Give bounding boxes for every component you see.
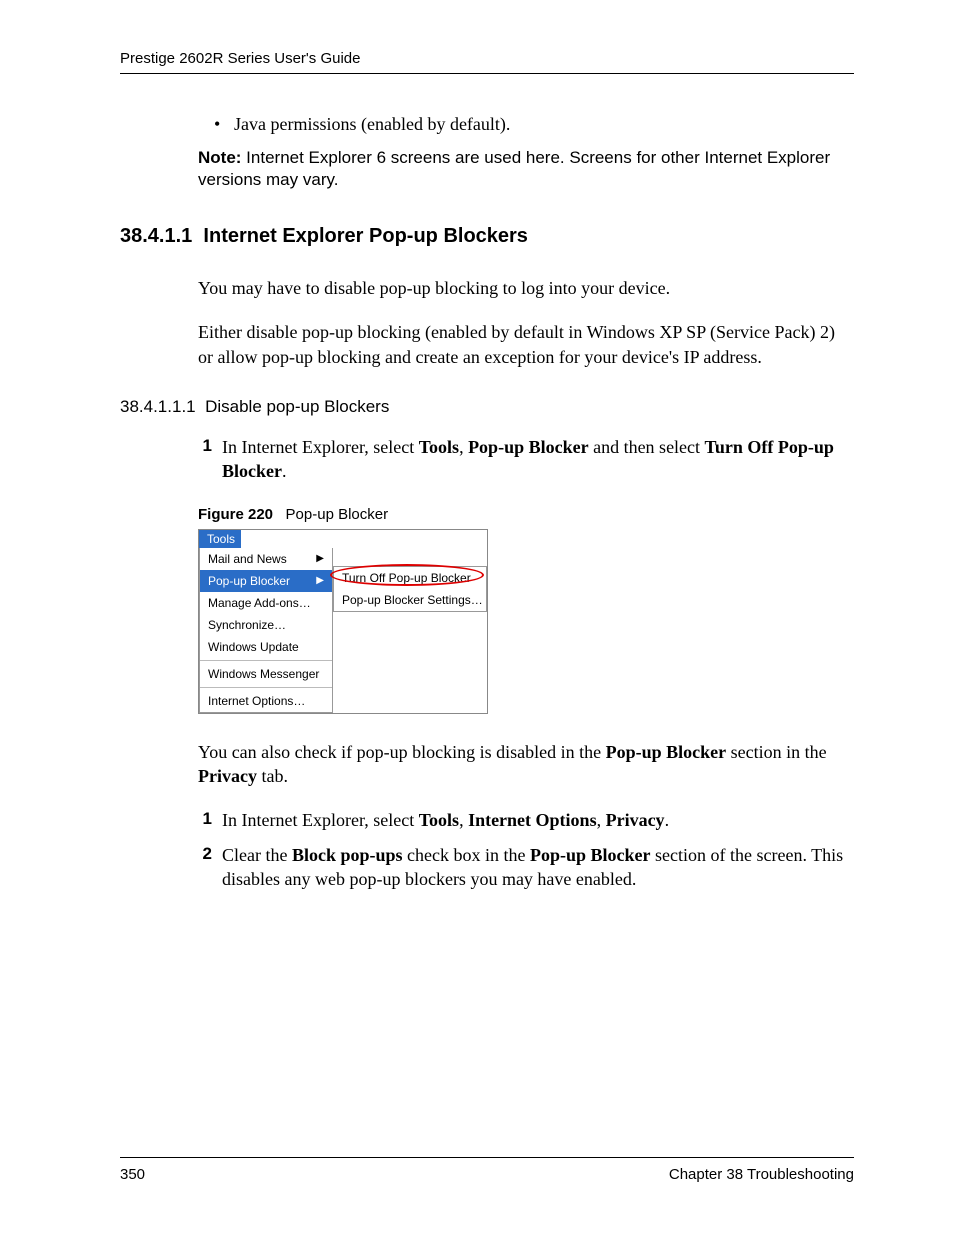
step-bold: Internet Options [468, 810, 597, 830]
step-bold: Tools [419, 810, 459, 830]
step-text: , [597, 810, 606, 830]
menu-item-label: Manage Add-ons… [208, 596, 311, 610]
subsection-title: Disable pop-up Blockers [205, 397, 389, 416]
note-label: Note: [198, 148, 241, 167]
subsection-number: 38.4.1.1.1 [120, 397, 196, 416]
note-block: Note: Internet Explorer 6 screens are us… [198, 147, 854, 191]
menu-item-label: Internet Options… [208, 694, 305, 708]
step-text: , [459, 437, 468, 457]
step-text: . [665, 810, 670, 830]
step-bold: Pop-up Blocker [530, 845, 651, 865]
section-number: 38.4.1.1 [120, 225, 192, 247]
menu-item-windows-messenger[interactable]: Windows Messenger [200, 663, 332, 685]
menu-item-windows-update[interactable]: Windows Update [200, 636, 332, 658]
step-text: and then select [589, 437, 705, 457]
menu-item-mail-news[interactable]: Mail and News ▶ [200, 548, 332, 570]
paragraph: You may have to disable pop-up blocking … [198, 276, 854, 300]
menu-item-label: Pop-up Blocker Settings… [342, 593, 483, 607]
figure-number: Figure 220 [198, 506, 273, 523]
tools-menu-button[interactable]: Tools [199, 530, 241, 548]
step-bold: Pop-up Blocker [468, 437, 589, 457]
menu-item-label: Pop-up Blocker [208, 574, 290, 588]
step-text: In Internet Explorer, select [222, 810, 419, 830]
step-body: Clear the Block pop-ups check box in the… [222, 843, 854, 892]
step-text: In Internet Explorer, select [222, 437, 419, 457]
figure-title: Pop-up Blocker [286, 506, 389, 523]
menu-item-manage-addons[interactable]: Manage Add-ons… [200, 592, 332, 614]
bullet-dot-icon: • [214, 114, 224, 135]
menu-item-label: Windows Update [208, 640, 299, 654]
step-text: check box in the [403, 845, 530, 865]
step-text: , [459, 810, 468, 830]
step-item: 1 In Internet Explorer, select Tools, In… [198, 808, 854, 832]
page-number: 350 [120, 1166, 145, 1183]
step-body: In Internet Explorer, select Tools, Inte… [222, 808, 854, 832]
menu-item-label: Turn Off Pop-up Blocker [342, 571, 471, 585]
chevron-right-icon: ▶ [316, 575, 324, 586]
step-bold: Tools [419, 437, 459, 457]
paragraph: You can also check if pop-up blocking is… [198, 740, 854, 789]
step-item: 2 Clear the Block pop-ups check box in t… [198, 843, 854, 892]
bullet-item: • Java permissions (enabled by default). [198, 114, 854, 135]
figure-screenshot: Tools Mail and News ▶ Pop-up Blocker ▶ M… [198, 529, 488, 714]
menu-separator [200, 660, 332, 661]
step-bold: Privacy [606, 810, 665, 830]
menu-item-label: Mail and News [208, 552, 287, 566]
subsection-heading: 38.4.1.1.1 Disable pop-up Blockers [120, 397, 854, 417]
figure-caption: Figure 220 Pop-up Blocker [198, 506, 854, 523]
popup-blocker-submenu: Turn Off Pop-up Blocker Pop-up Blocker S… [333, 566, 487, 612]
submenu-item-settings[interactable]: Pop-up Blocker Settings… [334, 589, 486, 611]
menu-item-synchronize[interactable]: Synchronize… [200, 614, 332, 636]
chevron-right-icon: ▶ [316, 553, 324, 564]
paragraph-text: section in the [726, 742, 826, 762]
section-heading: 38.4.1.1 Internet Explorer Pop-up Blocke… [120, 225, 854, 248]
chapter-label: Chapter 38 Troubleshooting [669, 1166, 854, 1183]
section-title: Internet Explorer Pop-up Blockers [203, 225, 528, 247]
bullet-text: Java permissions (enabled by default). [234, 114, 510, 135]
step-bold: Block pop-ups [292, 845, 403, 865]
menu-item-internet-options[interactable]: Internet Options… [200, 690, 332, 712]
step-number: 2 [198, 843, 212, 892]
note-text: Internet Explorer 6 screens are used her… [198, 148, 830, 189]
paragraph-text: You can also check if pop-up blocking is… [198, 742, 606, 762]
paragraph-text: tab. [257, 766, 288, 786]
menu-item-label: Windows Messenger [208, 667, 319, 681]
menu-separator [200, 687, 332, 688]
submenu-item-turn-off[interactable]: Turn Off Pop-up Blocker [334, 567, 486, 589]
step-text: . [282, 461, 287, 481]
page-header: Prestige 2602R Series User's Guide [120, 50, 854, 74]
menu-item-popup-blocker[interactable]: Pop-up Blocker ▶ [200, 570, 332, 592]
step-number: 1 [198, 435, 212, 484]
step-number: 1 [198, 808, 212, 832]
paragraph: Either disable pop-up blocking (enabled … [198, 320, 854, 369]
step-body: In Internet Explorer, select Tools, Pop-… [222, 435, 854, 484]
paragraph-bold: Pop-up Blocker [606, 742, 727, 762]
menu-item-label: Synchronize… [208, 618, 286, 632]
paragraph-bold: Privacy [198, 766, 257, 786]
step-item: 1 In Internet Explorer, select Tools, Po… [198, 435, 854, 484]
page-footer: 350 Chapter 38 Troubleshooting [120, 1157, 854, 1183]
step-text: Clear the [222, 845, 292, 865]
tools-dropdown: Mail and News ▶ Pop-up Blocker ▶ Manage … [199, 548, 333, 713]
